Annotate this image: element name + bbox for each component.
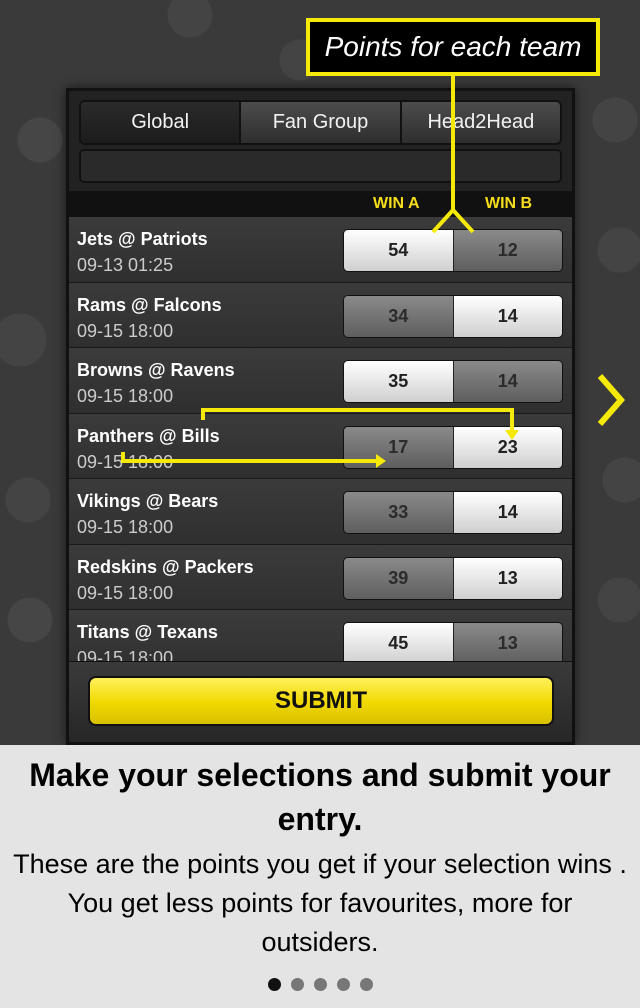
points-selector: 45 13 bbox=[343, 622, 563, 665]
points-selector: 17 23 bbox=[343, 425, 563, 469]
match-row: Jets @ Patriots 09-13 01:25 54 12 bbox=[69, 217, 572, 283]
match-time: 09-15 18:00 bbox=[77, 582, 174, 603]
match-title: Browns @ Ravens bbox=[77, 360, 235, 380]
win-a-button[interactable]: 33 bbox=[344, 492, 453, 533]
win-b-button[interactable]: 12 bbox=[452, 230, 562, 271]
footer-title: Make your selections and submit your ent… bbox=[29, 757, 611, 837]
win-b-button[interactable]: 23 bbox=[452, 426, 562, 468]
page-dot[interactable] bbox=[313, 978, 327, 991]
win-b-button[interactable]: 14 bbox=[452, 295, 562, 337]
points-callout: Points for each team bbox=[306, 18, 600, 76]
win-b-button[interactable]: 14 bbox=[452, 361, 562, 402]
match-time: 09-15 18:00 bbox=[77, 320, 174, 341]
onboarding-footer: Make your selections and submit your ent… bbox=[0, 745, 640, 1008]
match-row: Vikings @ Bears 09-15 18:00 33 14 bbox=[69, 479, 572, 545]
match-title: Titans @ Texans bbox=[77, 622, 218, 642]
page-dot[interactable] bbox=[290, 978, 304, 991]
match-list: Jets @ Patriots 09-13 01:25 54 12 Rams @… bbox=[69, 217, 572, 676]
match-time: 09-15 18:00 bbox=[77, 386, 174, 406]
points-selector: 33 14 bbox=[343, 491, 563, 534]
search-bar[interactable] bbox=[79, 149, 562, 183]
win-a-button[interactable]: 54 bbox=[344, 230, 453, 271]
win-b-header: WIN B bbox=[485, 195, 533, 212]
page-indicator bbox=[0, 978, 640, 992]
win-b-button[interactable]: 13 bbox=[452, 623, 562, 664]
match-title: Panthers @ Bills bbox=[77, 425, 220, 446]
page-dot[interactable] bbox=[336, 978, 350, 991]
points-selector: 34 14 bbox=[343, 294, 563, 338]
tab-global[interactable]: Global bbox=[81, 102, 242, 143]
app-screen: Global Fan Group Head2Head WIN A WIN B J… bbox=[66, 88, 575, 745]
submit-button[interactable]: SUBMIT bbox=[88, 676, 554, 726]
win-a-button[interactable]: 17 bbox=[344, 426, 453, 468]
match-title: Jets @ Patriots bbox=[77, 229, 208, 249]
win-a-button[interactable]: 39 bbox=[344, 557, 453, 599]
league-tabs: Global Fan Group Head2Head bbox=[79, 100, 562, 145]
match-time: 09-15 18:00 bbox=[77, 517, 174, 537]
match-time: 09-15 18:00 bbox=[77, 451, 174, 472]
points-selector: 39 13 bbox=[343, 556, 563, 600]
win-b-button[interactable]: 14 bbox=[452, 492, 562, 533]
win-a-button[interactable]: 45 bbox=[344, 623, 453, 664]
footer-body: These are the points you get if your sel… bbox=[13, 849, 627, 957]
win-a-button[interactable]: 35 bbox=[344, 361, 453, 402]
tab-fan-group[interactable]: Fan Group bbox=[241, 102, 402, 143]
match-row: Panthers @ Bills 09-15 18:00 17 23 bbox=[69, 413, 572, 479]
match-title: Redskins @ Packers bbox=[77, 556, 254, 577]
column-header: WIN A WIN B bbox=[69, 191, 572, 217]
match-time: 09-13 01:25 bbox=[77, 255, 174, 275]
tab-head2head[interactable]: Head2Head bbox=[402, 102, 560, 143]
match-title: Rams @ Falcons bbox=[77, 294, 222, 315]
match-row: Rams @ Falcons 09-15 18:00 34 14 bbox=[69, 282, 572, 348]
points-selector: 35 14 bbox=[343, 360, 563, 403]
match-title: Vikings @ Bears bbox=[77, 491, 219, 511]
match-row: Browns @ Ravens 09-15 18:00 35 14 bbox=[69, 348, 572, 414]
win-b-button[interactable]: 13 bbox=[452, 557, 562, 599]
points-selector: 54 12 bbox=[343, 229, 563, 272]
win-a-button[interactable]: 34 bbox=[344, 295, 453, 337]
submit-bar: SUBMIT bbox=[69, 661, 572, 742]
page-dot[interactable] bbox=[359, 978, 373, 991]
page-dot[interactable] bbox=[267, 978, 281, 991]
chevron-right-icon[interactable] bbox=[595, 372, 625, 428]
win-a-header: WIN A bbox=[373, 195, 420, 212]
match-row: Redskins @ Packers 09-15 18:00 39 13 bbox=[69, 544, 572, 610]
